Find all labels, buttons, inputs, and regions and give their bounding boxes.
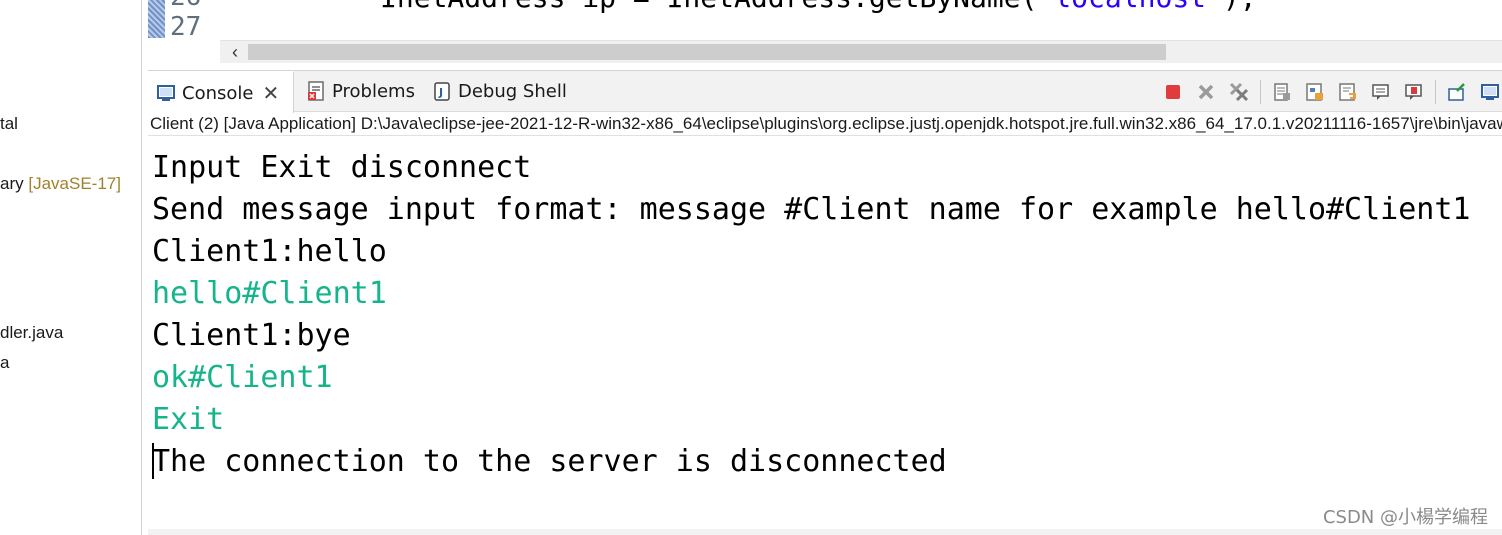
tree-item[interactable]: tal xyxy=(0,113,18,135)
jre-version-tag: [JavaSE-17] xyxy=(28,174,121,193)
console-icon xyxy=(156,83,176,103)
pin-console-icon[interactable] xyxy=(1445,80,1469,104)
eclipse-window: tal ary [JavaSE-17] dler.java a 26 27 In… xyxy=(0,0,1502,535)
console-line-stdin: ok#Client1 xyxy=(152,360,333,395)
console-line-stdout: Client1:hello xyxy=(152,234,387,269)
code-text: InetAddress ip = InetAddress.getByName( xyxy=(380,0,1037,14)
line-highlight-marker xyxy=(148,0,165,38)
console-horizontal-scrollbar[interactable] xyxy=(148,529,1502,535)
tree-item-java-file[interactable]: dler.java xyxy=(0,322,63,344)
tab-label: Problems xyxy=(332,80,415,102)
clear-console-icon[interactable] xyxy=(1270,80,1294,104)
toolbar-separator xyxy=(1435,80,1436,104)
process-label: Client (2) [Java Application] D:\Java\ec… xyxy=(148,112,1502,136)
console-line-stdin: Exit xyxy=(152,402,225,437)
tab-console[interactable]: Console ✕ xyxy=(148,71,294,113)
watermark: CSDN @小楊学编程 xyxy=(1322,507,1488,528)
show-on-stdout-icon[interactable] xyxy=(1369,80,1393,104)
toolbar-separator xyxy=(1260,80,1261,104)
tree-item-label: a xyxy=(0,353,10,372)
tab-debug-shell[interactable]: J Debug Shell xyxy=(424,71,567,111)
tree-item-label: tal xyxy=(0,114,18,133)
editor-horizontal-scrollbar[interactable]: ‹ xyxy=(220,40,1502,63)
console-line-stdout: The connection to the server is disconne… xyxy=(152,444,947,479)
tree-item-jre-library[interactable]: ary [JavaSE-17] xyxy=(0,173,121,195)
line-number: 27 xyxy=(170,12,202,42)
line-number: 26 xyxy=(170,0,201,12)
remove-all-terminated-icon[interactable] xyxy=(1227,80,1251,104)
close-icon[interactable]: ✕ xyxy=(262,83,279,103)
console-output[interactable]: Input Exit disconnect Send message input … xyxy=(152,147,1502,483)
code-string-literal: "localhost" xyxy=(1037,0,1222,14)
console-line-stdin: hello#Client1 xyxy=(152,276,387,311)
console-line-stdout: Input Exit disconnect xyxy=(152,150,532,185)
console-line-last: The connection to the server is disconne… xyxy=(152,441,1502,483)
package-explorer: tal ary [JavaSE-17] dler.java a xyxy=(0,0,142,535)
code-line[interactable]: InetAddress ip = InetAddress.getByName("… xyxy=(380,0,1257,14)
code-text: ); xyxy=(1223,0,1257,14)
tree-item-java-file[interactable]: a xyxy=(0,352,9,374)
svg-text:J: J xyxy=(438,86,443,99)
display-console-icon[interactable] xyxy=(1478,80,1502,104)
view-tab-bar: Console ✕ Problems J Debug Shell xyxy=(148,71,1502,113)
remove-launch-icon[interactable] xyxy=(1194,80,1218,104)
show-on-stderr-icon[interactable] xyxy=(1402,80,1426,104)
word-wrap-icon[interactable] xyxy=(1336,80,1360,104)
scroll-lock-icon[interactable] xyxy=(1303,80,1327,104)
scroll-left-icon[interactable]: ‹ xyxy=(226,41,244,63)
tree-item-label: dler.java xyxy=(0,323,64,342)
console-toolbar xyxy=(1152,79,1502,105)
debug-shell-icon: J xyxy=(432,81,452,101)
tab-label: Console xyxy=(182,82,254,104)
console-view: Console ✕ Problems J Debug Shell Client … xyxy=(148,70,1502,535)
console-line-stdout: Client1:bye xyxy=(152,318,351,353)
console-line-stdout: Send message input format: message #Clie… xyxy=(152,192,1471,227)
tab-problems[interactable]: Problems xyxy=(298,71,415,111)
scrollbar-thumb[interactable] xyxy=(248,44,1166,60)
tab-label: Debug Shell xyxy=(458,80,567,102)
tree-item-label: ary xyxy=(0,174,24,193)
problems-icon xyxy=(306,81,326,101)
code-editor[interactable]: 26 27 InetAddress ip = InetAddress.getBy… xyxy=(148,0,1502,42)
terminate-icon[interactable] xyxy=(1161,80,1185,104)
